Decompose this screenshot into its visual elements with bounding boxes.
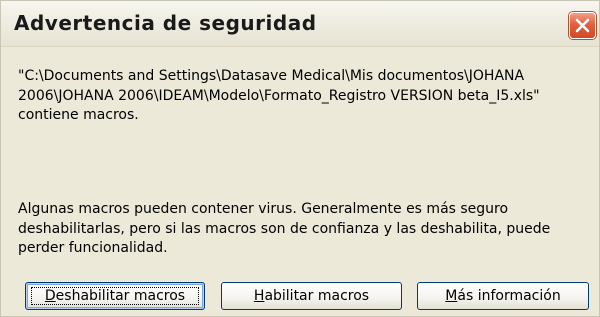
more-info-label: Más información <box>445 288 561 304</box>
warning-line: perder funcionalidad. <box>18 240 168 256</box>
message-line: "C:\Documents and Settings\Datasave Medi… <box>18 68 525 84</box>
focus-rectangle <box>31 287 199 305</box>
virus-warning-text: Algunas macros pueden contener virus. Ge… <box>18 200 550 259</box>
message-line: 2006\JOHANA 2006\IDEAM\Modelo\Formato_Re… <box>18 87 540 104</box>
close-button[interactable] <box>569 12 596 39</box>
macro-file-message: "C:\Documents and Settings\Datasave Medi… <box>18 67 540 126</box>
security-warning-dialog: Advertencia de seguridad "C:\Documents a… <box>0 0 600 317</box>
enable-macros-label: Habilitar macros <box>253 288 370 304</box>
disable-macros-button[interactable]: Deshabilitar macros <box>25 282 205 310</box>
title-bar[interactable]: Advertencia de seguridad <box>1 1 599 47</box>
warning-line: Algunas macros pueden contener virus. Ge… <box>18 201 509 217</box>
dialog-title: Advertencia de seguridad <box>14 11 317 35</box>
warning-line: deshabilitarlas, pero si las macros son … <box>18 220 551 237</box>
close-icon <box>575 18 590 33</box>
more-info-button[interactable]: Más información <box>417 282 589 310</box>
enable-macros-button[interactable]: Habilitar macros <box>221 282 402 310</box>
message-line: contiene macros. <box>18 107 139 123</box>
